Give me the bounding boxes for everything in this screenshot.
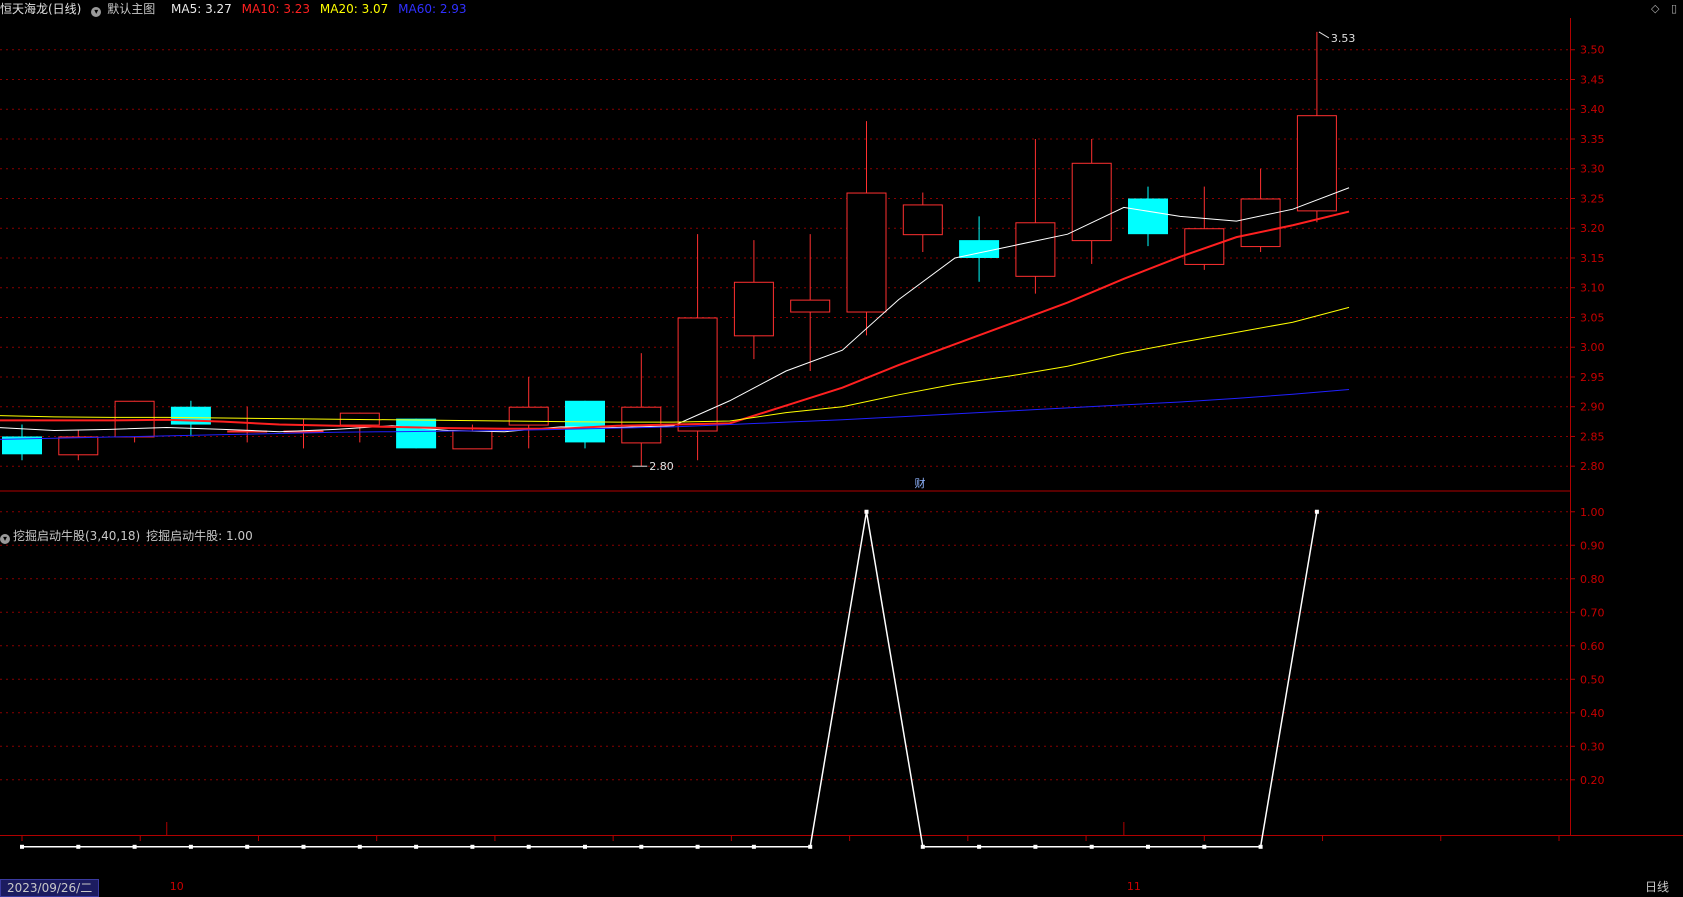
price-tick-label: 3.35 (1580, 133, 1605, 146)
indicator-tick-label: 0.90 (1580, 539, 1605, 552)
month-label: 11 (1127, 880, 1141, 893)
price-tick-label: 3.30 (1580, 163, 1605, 176)
indicator-point (639, 844, 644, 849)
candle (621, 353, 662, 467)
indicator-tick-label: 0.40 (1580, 707, 1605, 720)
candle (1240, 168, 1281, 253)
indicator-point (76, 844, 81, 849)
price-tick-label: 2.95 (1580, 371, 1605, 384)
indicator-tick-label: 0.20 (1580, 774, 1605, 787)
price-tick-label: 3.20 (1580, 222, 1605, 235)
chart-canvas: 2.80 2.85 2.90 2.95 3.00 3.05 3.10 3.15 3.20 3.25… (0, 18, 1683, 893)
candle (170, 400, 211, 437)
candle-body (1015, 222, 1056, 277)
price-tick-label: 3.25 (1580, 192, 1605, 205)
event-marker: 财 (915, 476, 926, 490)
candle (1015, 138, 1056, 294)
candle (790, 234, 831, 372)
candle-body (790, 299, 831, 313)
indicator-point (414, 844, 419, 849)
cursor-date: 2023/09/26/二 (0, 879, 100, 897)
candle (508, 376, 549, 449)
price-tick-label: 3.00 (1580, 341, 1605, 354)
indicator-point (1033, 844, 1038, 849)
high-arrow-icon (1318, 31, 1330, 39)
candle (959, 216, 1000, 282)
candle-body (902, 204, 943, 236)
candle-body (677, 317, 718, 432)
candle (733, 240, 774, 360)
candle-body (396, 418, 437, 449)
chevron-down-icon[interactable]: ▾ (0, 534, 10, 544)
price-tick-label: 3.40 (1580, 103, 1605, 116)
candle-body (1184, 228, 1225, 265)
indicator-tick-label: 0.70 (1580, 606, 1605, 619)
indicator-header: ▾ 挖掘启动牛股(3,40,18) 挖掘启动牛股: 1.00 (0, 527, 253, 545)
candle (902, 192, 943, 253)
indicator-title[interactable]: 挖掘启动牛股(3,40,18) (13, 529, 140, 543)
candle (846, 121, 887, 336)
indicator-point (20, 844, 24, 849)
indicator-tick-label: 1.00 (1580, 506, 1605, 519)
indicator-point (1146, 844, 1150, 849)
price-tick-label: 3.15 (1580, 252, 1605, 265)
indicator-tick-label: 0.30 (1580, 740, 1605, 753)
ma20-line (0, 306, 1350, 423)
candle-body (733, 281, 774, 337)
indicator-point (470, 844, 475, 849)
candle (58, 430, 99, 461)
candle (565, 400, 605, 449)
indicator-point (751, 844, 756, 849)
candle-body (452, 430, 493, 450)
indicator-value: 挖掘启动牛股: 1.00 (146, 529, 253, 543)
candle (396, 418, 437, 449)
price-tick-label: 3.05 (1580, 311, 1605, 324)
candle-body (1240, 198, 1281, 248)
low-price-label: 2.80 (649, 460, 674, 473)
period-label[interactable]: 日线 (1645, 879, 1669, 895)
candle-body (1128, 198, 1168, 235)
price-tick-label: 2.90 (1580, 401, 1605, 414)
candle (1184, 186, 1225, 270)
indicator-point (132, 844, 137, 849)
ma10-line (0, 210, 1350, 430)
indicator-point (977, 844, 982, 849)
price-tick-label: 2.85 (1580, 430, 1605, 443)
candle-body (846, 192, 887, 313)
candle (1296, 31, 1337, 223)
price-tick-label: 3.45 (1580, 73, 1605, 86)
indicator-point (1089, 844, 1094, 849)
indicator-point (1314, 509, 1319, 514)
indicator-point (920, 844, 925, 849)
high-price-label: 3.53 (1331, 32, 1356, 45)
price-tick-label: 2.80 (1580, 460, 1605, 473)
indicator-tick-label: 0.50 (1580, 673, 1605, 686)
indicator-point (808, 844, 813, 849)
price-tick-label: 3.10 (1580, 282, 1605, 295)
month-label: 10 (170, 880, 184, 893)
candle (1128, 186, 1168, 247)
indicator-tick-label: 0.80 (1580, 573, 1605, 586)
indicator-tick-label: 0.60 (1580, 640, 1605, 653)
indicator-point (526, 844, 531, 849)
indicator-point (188, 844, 193, 849)
price-tick-label: 3.50 (1580, 44, 1605, 57)
indicator-point (583, 844, 587, 849)
candle-body (959, 240, 1000, 258)
indicator-point (695, 844, 700, 849)
indicator-point (301, 844, 306, 849)
indicator-point (864, 509, 869, 514)
indicator-point (1202, 844, 1207, 849)
candle (1071, 138, 1112, 264)
indicator-point (357, 844, 362, 849)
candle-body (1296, 115, 1337, 212)
indicator-point (245, 844, 250, 849)
candle-body (508, 406, 549, 426)
candle-body (58, 436, 99, 456)
indicator-point (1258, 844, 1263, 849)
